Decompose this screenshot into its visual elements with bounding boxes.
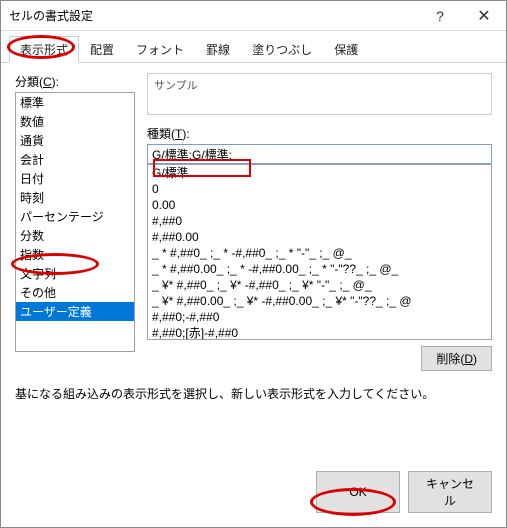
hint-text: 基になる組み込みの表示形式を選択し、新しい表示形式を入力してください。 (15, 385, 492, 402)
help-button[interactable]: ? (418, 1, 462, 31)
cancel-button[interactable]: キャンセル (408, 471, 492, 513)
format-item[interactable]: _ * #,##0_ ;_ * -#,##0_ ;_ * "-"_ ;_ @_ (148, 245, 491, 261)
tab-alignment[interactable]: 配置 (79, 36, 125, 63)
list-item[interactable]: 通貨 (16, 131, 134, 150)
window-title: セルの書式設定 (9, 7, 418, 24)
category-label: 分類(C): (15, 73, 135, 90)
format-item[interactable]: G/標準 (148, 165, 491, 181)
tab-bar: 表示形式 配置 フォント 罫線 塗りつぶし 保護 (1, 31, 506, 63)
list-item[interactable]: 文字列 (16, 264, 134, 283)
format-item[interactable]: _ * #,##0.00_ ;_ * -#,##0.00_ ;_ * "-"??… (148, 261, 491, 277)
category-listbox[interactable]: 標準数値通貨会計日付時刻パーセンテージ分数指数文字列その他ユーザー定義 (15, 92, 135, 352)
list-item[interactable]: 指数 (16, 245, 134, 264)
format-item[interactable]: #,##0 (148, 213, 491, 229)
list-item[interactable]: ユーザー定義 (16, 302, 134, 321)
type-label: 種類(T): (147, 125, 492, 142)
format-item[interactable]: #,##0;-#,##0 (148, 309, 491, 325)
type-input[interactable] (147, 144, 492, 164)
list-item[interactable]: 日付 (16, 169, 134, 188)
list-item[interactable]: その他 (16, 283, 134, 302)
list-item[interactable]: パーセンテージ (16, 207, 134, 226)
format-item[interactable]: 0 (148, 181, 491, 197)
format-item[interactable]: _ ¥* #,##0.00_ ;_ ¥* -#,##0.00_ ;_ ¥* "-… (148, 293, 491, 309)
tab-font[interactable]: フォント (125, 36, 195, 63)
formats-listbox[interactable]: G/標準00.00#,##0#,##0.00_ * #,##0_ ;_ * -#… (147, 164, 492, 340)
titlebar: セルの書式設定 ? ✕ (1, 1, 506, 31)
dialog-window: セルの書式設定 ? ✕ 表示形式 配置 フォント 罫線 塗りつぶし 保護 分類(… (0, 0, 507, 528)
close-button[interactable]: ✕ (462, 1, 506, 31)
list-item[interactable]: 分数 (16, 226, 134, 245)
tab-border[interactable]: 罫線 (195, 36, 241, 63)
tab-fill[interactable]: 塗りつぶし (241, 36, 323, 63)
sample-box: サンプル (147, 73, 492, 115)
list-item[interactable]: 時刻 (16, 188, 134, 207)
format-item[interactable]: 0.00 (148, 197, 491, 213)
ok-button[interactable]: OK (316, 471, 400, 513)
sample-label: サンプル (154, 77, 485, 93)
tab-number-format[interactable]: 表示形式 (9, 36, 79, 63)
format-item[interactable]: #,##0.00 (148, 229, 491, 245)
list-item[interactable]: 標準 (16, 93, 134, 112)
list-item[interactable]: 会計 (16, 150, 134, 169)
format-item[interactable]: _ ¥* #,##0_ ;_ ¥* -#,##0_ ;_ ¥* "-"_ ;_ … (148, 277, 491, 293)
dialog-body: 分類(C): 標準数値通貨会計日付時刻パーセンテージ分数指数文字列その他ユーザー… (1, 63, 506, 412)
tab-protection[interactable]: 保護 (323, 36, 369, 63)
dialog-footer: OK キャンセル (316, 471, 492, 513)
list-item[interactable]: 数値 (16, 112, 134, 131)
format-item[interactable]: #,##0;[赤]-#,##0 (148, 325, 491, 340)
delete-button[interactable]: 削除(D) (421, 346, 492, 371)
